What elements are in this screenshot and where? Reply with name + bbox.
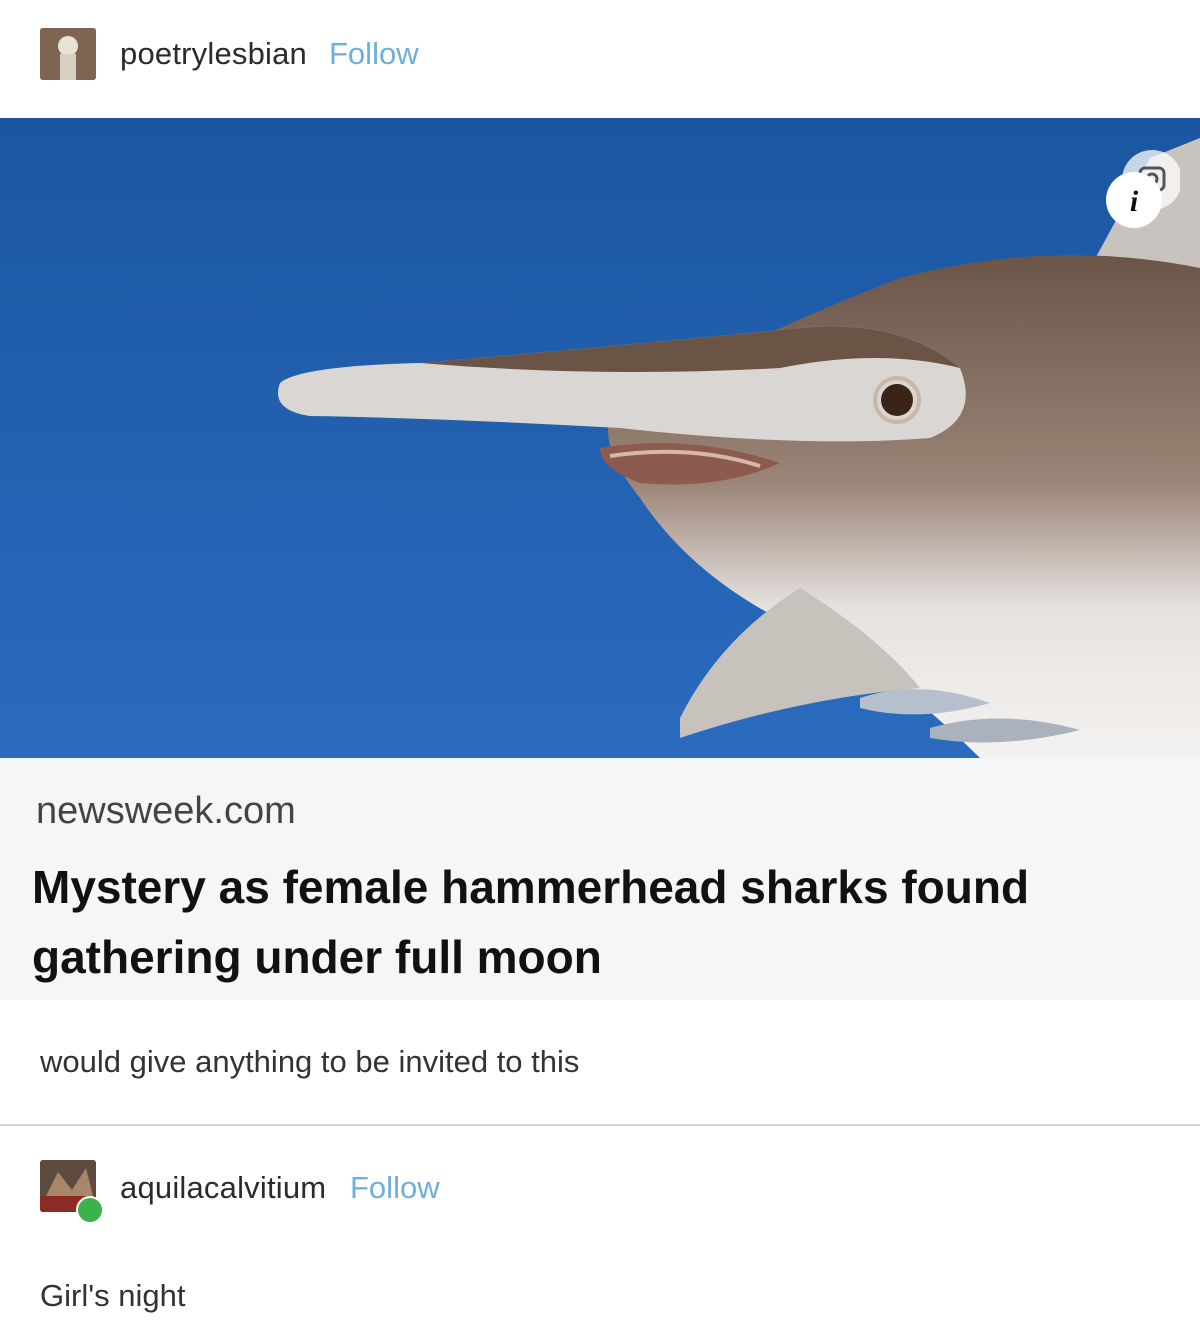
follow-button[interactable]: Follow (329, 36, 419, 72)
reply-text: Girl's night (40, 1278, 186, 1313)
reply-follow-button[interactable]: Follow (350, 1170, 440, 1206)
link-title[interactable]: Mystery as female hammerhead sharks foun… (32, 852, 1152, 992)
avatar[interactable] (40, 28, 96, 80)
svg-text:i: i (1130, 185, 1139, 218)
article-image[interactable] (0, 118, 1200, 758)
post-caption: would give anything to be invited to thi… (40, 1044, 580, 1079)
divider (0, 1124, 1200, 1126)
post-author[interactable]: poetrylesbian (120, 36, 307, 72)
online-status-icon (76, 1196, 104, 1224)
reply-author[interactable]: aquilacalvitium (120, 1170, 326, 1206)
link-domain[interactable]: newsweek.com (36, 790, 296, 833)
info-badge[interactable]: i (1096, 150, 1182, 234)
